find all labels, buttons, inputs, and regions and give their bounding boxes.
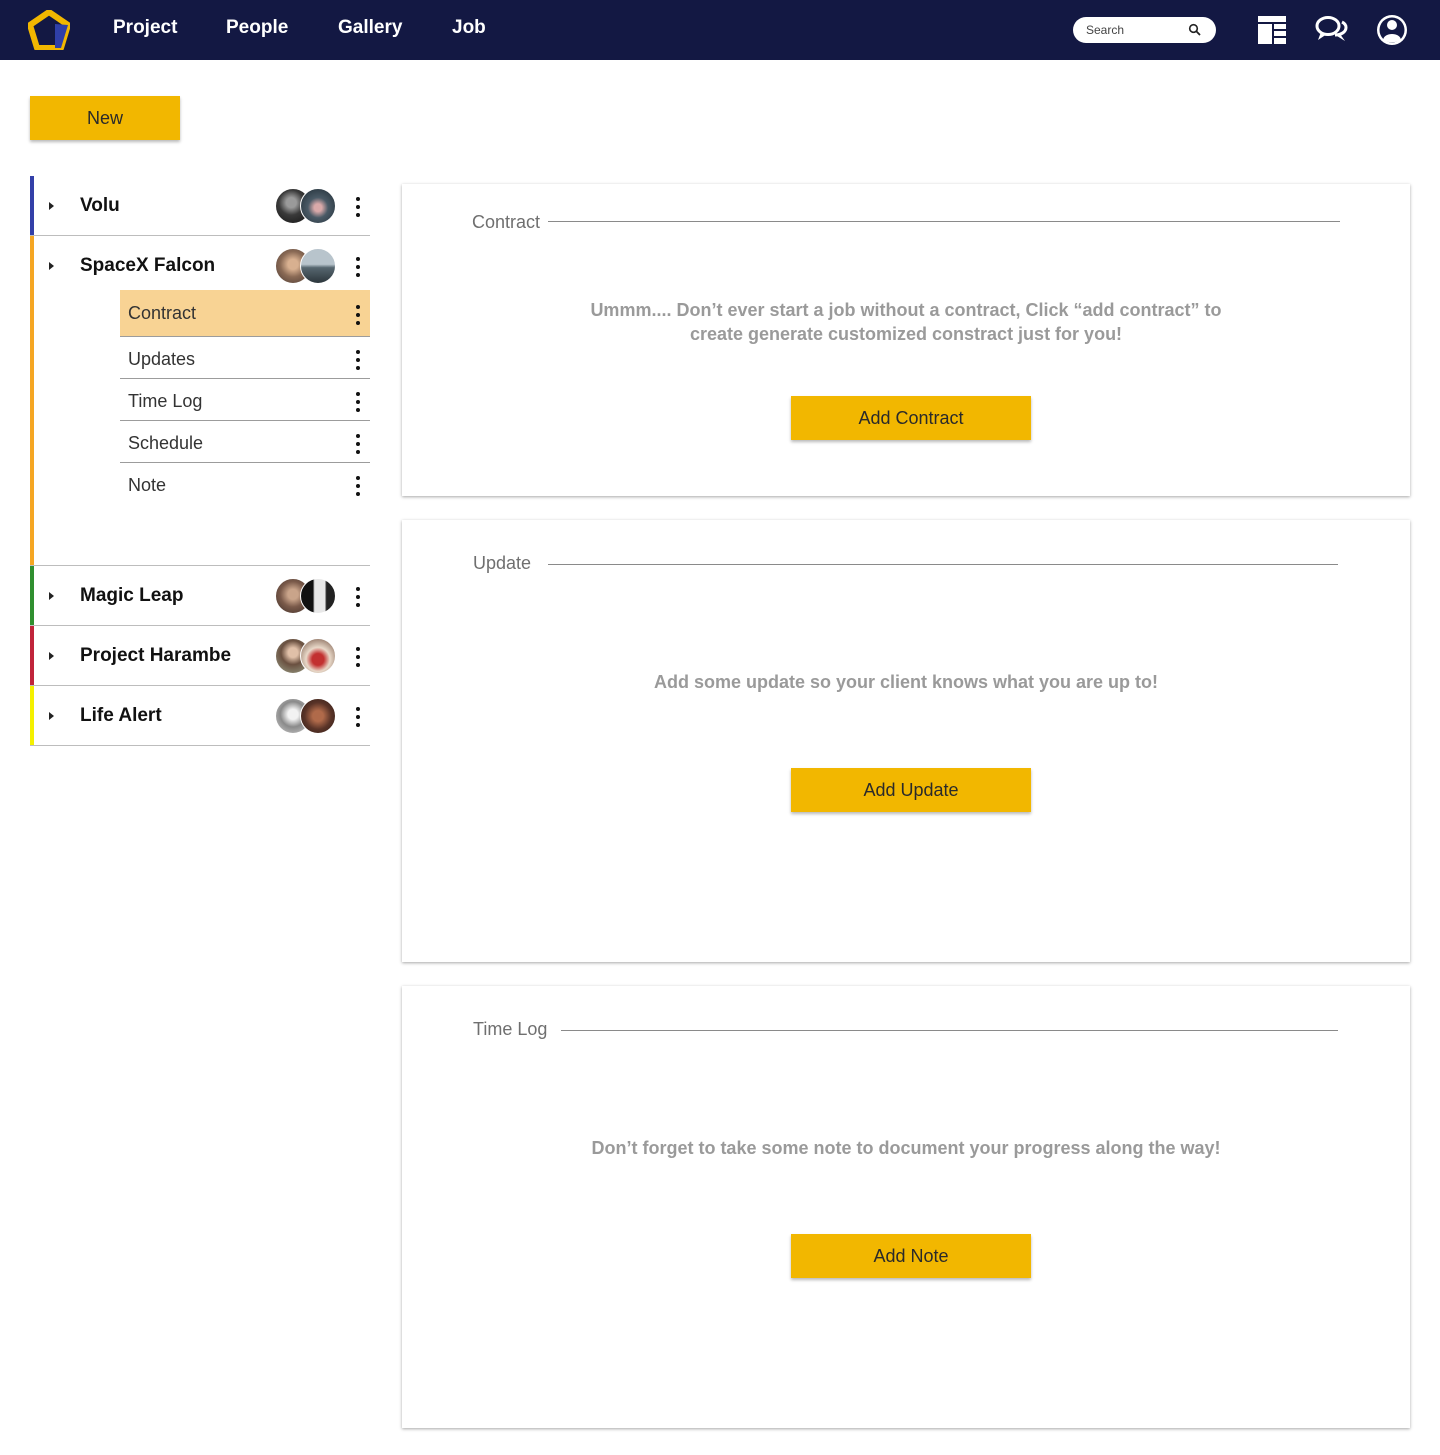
chat-icon[interactable] bbox=[1314, 13, 1348, 47]
more-options-icon[interactable] bbox=[350, 645, 366, 669]
user-account-icon[interactable] bbox=[1375, 13, 1409, 47]
top-navigation-bar: Project People Gallery Job bbox=[0, 0, 1440, 60]
member-avatars bbox=[275, 248, 337, 284]
more-options-icon[interactable] bbox=[350, 303, 366, 327]
more-options-icon[interactable] bbox=[350, 474, 366, 498]
project-color-bar bbox=[30, 566, 34, 625]
section-item-label: Time Log bbox=[128, 391, 203, 411]
project-name: SpaceX Falcon bbox=[80, 255, 216, 276]
project-list: Volu SpaceX Falcon Contract Updates Time… bbox=[30, 176, 370, 746]
avatar[interactable] bbox=[300, 638, 336, 674]
expand-arrow-icon[interactable] bbox=[49, 712, 54, 720]
avatar[interactable] bbox=[300, 188, 336, 224]
more-options-icon[interactable] bbox=[350, 255, 366, 279]
more-options-icon[interactable] bbox=[350, 705, 366, 729]
more-options-icon[interactable] bbox=[350, 390, 366, 414]
more-options-icon[interactable] bbox=[350, 432, 366, 456]
expand-arrow-icon[interactable] bbox=[49, 202, 54, 210]
update-card: Update Add some update so your client kn… bbox=[402, 520, 1410, 962]
member-avatars bbox=[275, 698, 337, 734]
expand-arrow-icon[interactable] bbox=[49, 592, 54, 600]
avatar[interactable] bbox=[300, 578, 336, 614]
nav-link-project[interactable]: Project bbox=[113, 17, 177, 39]
more-options-icon[interactable] bbox=[350, 195, 366, 219]
project-color-bar bbox=[30, 686, 34, 745]
project-row-spacex-falcon[interactable]: SpaceX Falcon Contract Updates Time Log … bbox=[30, 236, 370, 566]
expand-arrow-icon[interactable] bbox=[49, 652, 54, 660]
project-section-list: Contract Updates Time Log Schedule Note bbox=[120, 290, 370, 505]
member-avatars bbox=[275, 578, 337, 614]
more-options-icon[interactable] bbox=[350, 585, 366, 609]
card-title: Contract bbox=[472, 212, 541, 232]
section-item-label: Updates bbox=[128, 349, 196, 369]
section-item-label: Note bbox=[128, 475, 167, 495]
member-avatars bbox=[275, 188, 337, 224]
logo-icon[interactable] bbox=[28, 10, 70, 50]
avatar[interactable] bbox=[300, 698, 336, 734]
section-item-schedule[interactable]: Schedule bbox=[120, 421, 370, 463]
divider bbox=[548, 564, 1338, 565]
project-row-life-alert[interactable]: Life Alert bbox=[30, 686, 370, 746]
section-item-contract[interactable]: Contract bbox=[120, 290, 370, 337]
nav-link-people[interactable]: People bbox=[226, 17, 288, 39]
add-note-button[interactable]: Add Note bbox=[791, 1234, 1031, 1278]
project-name: Project Harambe bbox=[80, 645, 232, 666]
member-avatars bbox=[275, 638, 337, 674]
search-icon[interactable] bbox=[1188, 23, 1202, 37]
search-input[interactable] bbox=[1086, 21, 1191, 39]
project-row-project-harambe[interactable]: Project Harambe bbox=[30, 626, 370, 686]
more-options-icon[interactable] bbox=[350, 348, 366, 372]
section-item-updates[interactable]: Updates bbox=[120, 337, 370, 379]
section-item-label: Schedule bbox=[128, 433, 204, 453]
new-project-button[interactable]: New bbox=[30, 96, 180, 140]
section-item-time-log[interactable]: Time Log bbox=[120, 379, 370, 421]
section-item-note[interactable]: Note bbox=[120, 463, 370, 505]
empty-state-message: Ummm.... Don’t ever start a job without … bbox=[590, 300, 1222, 344]
project-name: Volu bbox=[80, 195, 120, 216]
time-log-card: Time Log Don’t forget to take some note … bbox=[402, 986, 1410, 1428]
project-row-magic-leap[interactable]: Magic Leap bbox=[30, 566, 370, 626]
avatar[interactable] bbox=[300, 248, 336, 284]
dashboard-icon[interactable] bbox=[1255, 13, 1289, 47]
project-name: Life Alert bbox=[80, 705, 162, 726]
card-title: Time Log bbox=[473, 1019, 548, 1039]
project-name: Magic Leap bbox=[80, 585, 184, 606]
empty-state-message: Add some update so your client knows wha… bbox=[653, 672, 1159, 692]
divider bbox=[561, 1030, 1338, 1031]
section-item-label: Contract bbox=[128, 303, 197, 323]
nav-link-job[interactable]: Job bbox=[452, 17, 486, 39]
expand-arrow-icon[interactable] bbox=[49, 262, 54, 270]
nav-link-gallery[interactable]: Gallery bbox=[338, 17, 402, 39]
project-color-bar bbox=[30, 626, 34, 685]
project-color-bar bbox=[30, 176, 34, 235]
add-update-button[interactable]: Add Update bbox=[791, 768, 1031, 812]
divider bbox=[548, 221, 1340, 222]
card-title: Update bbox=[473, 553, 532, 573]
add-contract-button[interactable]: Add Contract bbox=[791, 396, 1031, 440]
contract-card: Contract Ummm.... Don’t ever start a job… bbox=[402, 184, 1410, 496]
empty-state-message: Don’t forget to take some note to docume… bbox=[591, 1138, 1221, 1158]
project-color-bar bbox=[30, 236, 34, 565]
project-row-volu[interactable]: Volu bbox=[30, 176, 370, 236]
search-box bbox=[1073, 17, 1216, 43]
